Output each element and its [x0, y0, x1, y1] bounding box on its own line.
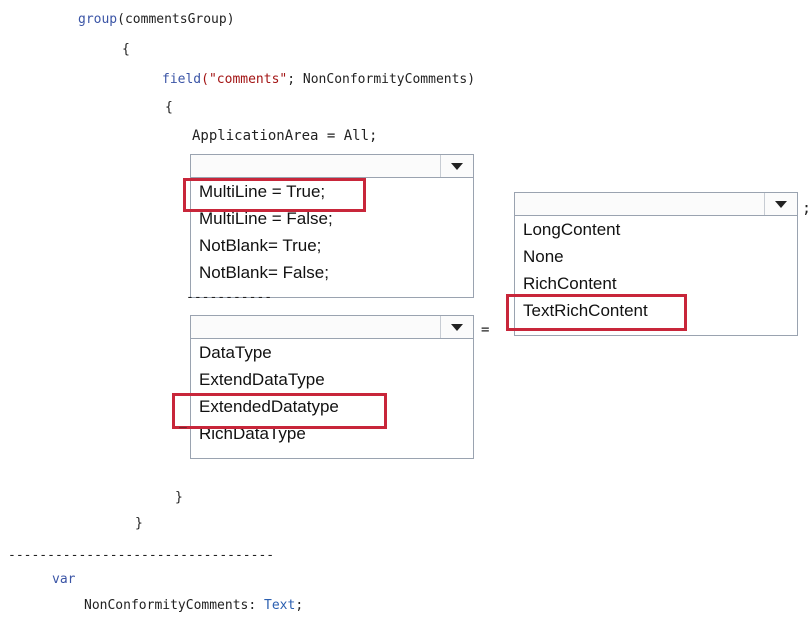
- variable-name: NonConformityComments:: [84, 598, 265, 613]
- brace-close-field: }: [175, 490, 183, 505]
- semicolon: ;: [802, 199, 811, 217]
- property-option[interactable]: MultiLine = True;: [191, 178, 473, 205]
- assignment-operator: =: [481, 322, 490, 338]
- group-args: (commentsGroup): [117, 12, 235, 27]
- separator-line: ----------------------------------: [8, 548, 275, 563]
- datatype-option[interactable]: RichDataType: [191, 420, 473, 447]
- value-dropdown[interactable]: LongContent None RichContent TextRichCon…: [514, 192, 798, 336]
- var-keyword: var: [52, 572, 76, 587]
- property-dropdown-header[interactable]: [191, 155, 473, 178]
- value-option[interactable]: None: [515, 243, 797, 270]
- datatype-dropdown-toggle[interactable]: [440, 316, 473, 338]
- dropdown2-trail: _: [179, 414, 187, 429]
- property-option[interactable]: NotBlank= False;: [191, 259, 473, 286]
- chevron-down-icon: [775, 200, 787, 208]
- value-option[interactable]: RichContent: [515, 270, 797, 297]
- datatype-option[interactable]: ExtendDataType: [191, 366, 473, 393]
- chevron-down-icon: [451, 323, 463, 331]
- keyword-var: var: [52, 572, 75, 588]
- declaration-end: ;: [295, 598, 304, 613]
- datatype-option[interactable]: ExtendedDatatype: [191, 393, 473, 420]
- datatype-dropdown-header[interactable]: [191, 316, 473, 339]
- dropdown1-trail: -----------: [186, 290, 273, 305]
- code-line-field: field("comments"; NonConformityComments): [162, 72, 475, 88]
- code-line-group: group(commentsGroup): [78, 12, 235, 28]
- keyword-group: group: [78, 12, 118, 27]
- value-option[interactable]: TextRichContent: [515, 297, 797, 324]
- value-dropdown-toggle[interactable]: [764, 193, 797, 215]
- property-option[interactable]: NotBlank= True;: [191, 232, 473, 259]
- variable-type: Text: [264, 598, 296, 613]
- brace-close-group: }: [135, 516, 143, 531]
- property-dropdown-toggle[interactable]: [440, 155, 473, 177]
- property-option[interactable]: MultiLine = False;: [191, 205, 473, 232]
- datatype-dropdown[interactable]: DataType ExtendDataType ExtendedDatatype…: [190, 315, 474, 459]
- datatype-option[interactable]: DataType: [191, 339, 473, 366]
- chevron-down-icon: [451, 162, 463, 170]
- value-dropdown-header[interactable]: [515, 193, 797, 216]
- property-dropdown[interactable]: MultiLine = True; MultiLine = False; Not…: [190, 154, 474, 298]
- code-line-applicationarea: ApplicationArea = All;: [192, 128, 378, 144]
- keyword-field: field: [162, 72, 202, 87]
- field-string: ("comments": [201, 72, 288, 87]
- variable-declaration: NonConformityComments: Text;: [84, 598, 303, 614]
- brace-open-group: {: [122, 42, 130, 57]
- brace-open-field: {: [165, 100, 173, 115]
- value-option[interactable]: LongContent: [515, 216, 797, 243]
- field-args: ; NonConformityComments): [287, 72, 476, 87]
